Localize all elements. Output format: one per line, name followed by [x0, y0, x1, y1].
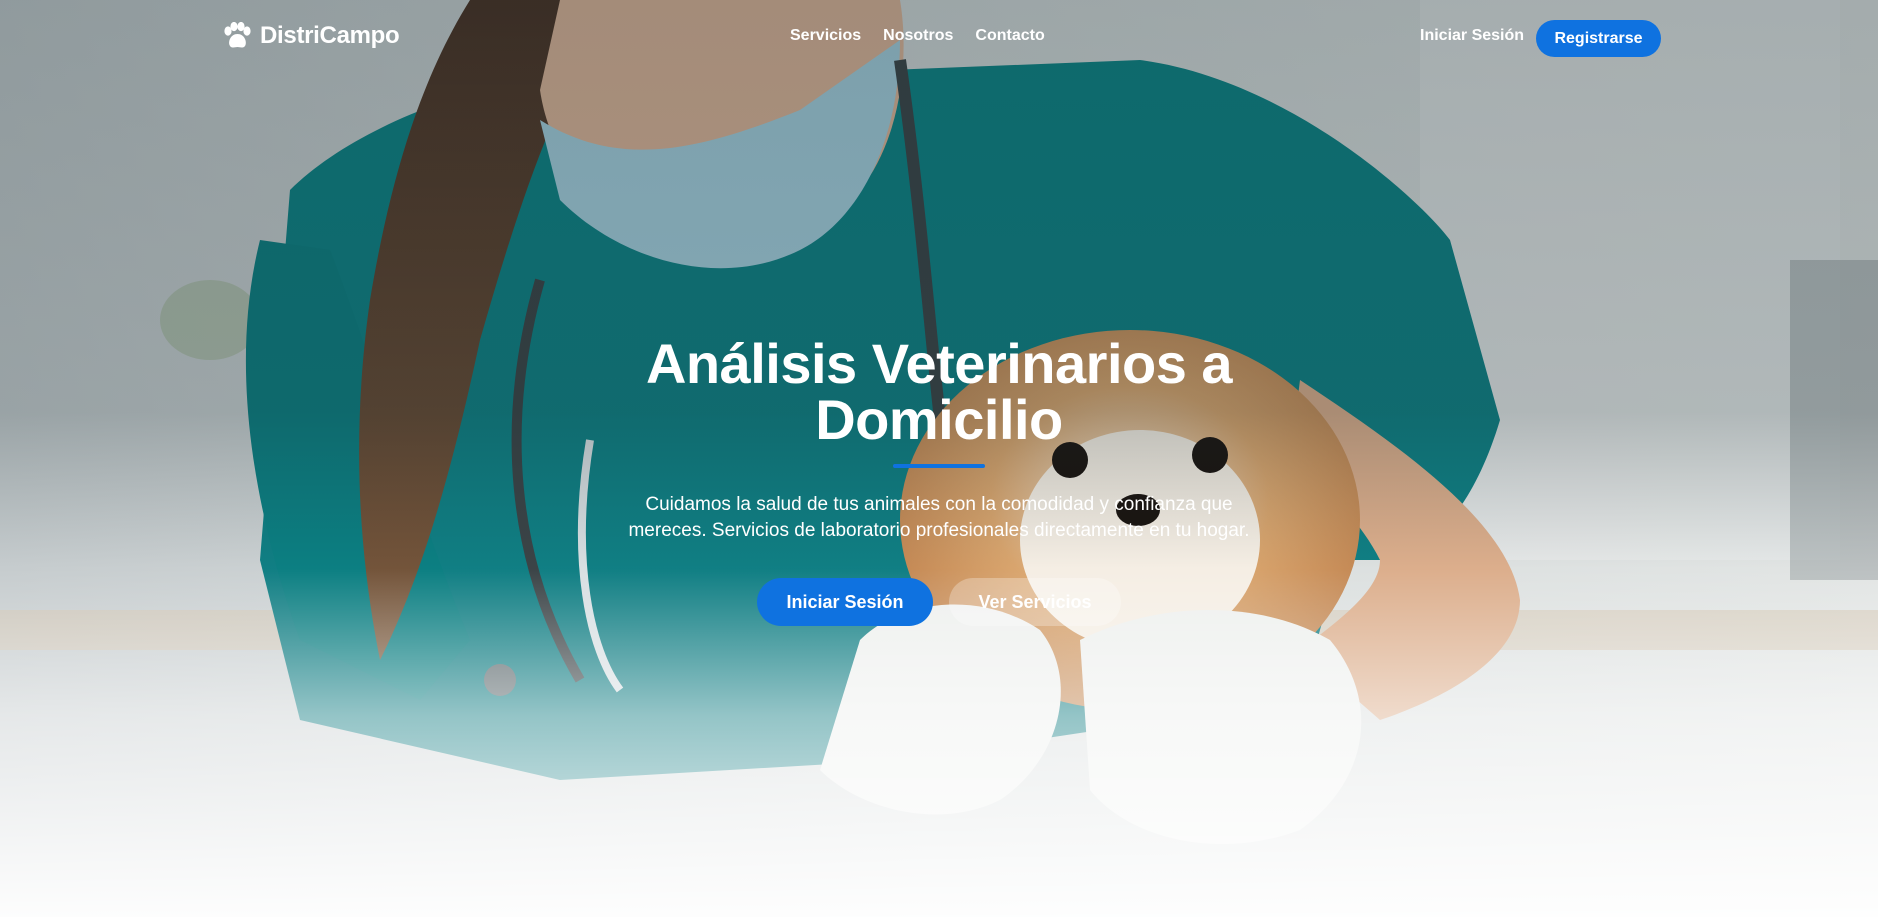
- brand-logo[interactable]: DistriCampo: [222, 22, 400, 50]
- hero-section: DistriCampo Servicios Nosotros Contacto …: [0, 0, 1878, 917]
- nav-link-servicios[interactable]: Servicios: [790, 27, 861, 45]
- cta-row: Iniciar Sesión Ver Servicios: [0, 578, 1878, 626]
- hero-content: Análisis Veterinarios a Domicilio Cuidam…: [0, 336, 1878, 626]
- register-button[interactable]: Registrarse: [1536, 20, 1661, 57]
- hero-title: Análisis Veterinarios a Domicilio: [645, 332, 1233, 451]
- paw-icon: [222, 22, 252, 50]
- brand-name: DistriCampo: [260, 22, 400, 49]
- nav-link-contacto[interactable]: Contacto: [975, 27, 1044, 45]
- nav-link-nosotros[interactable]: Nosotros: [883, 27, 953, 45]
- top-navigation: DistriCampo Servicios Nosotros Contacto …: [0, 0, 1878, 76]
- login-link[interactable]: Iniciar Sesión: [1420, 27, 1524, 45]
- hero-subtitle: Cuidamos la salud de tus animales con la…: [628, 494, 1250, 541]
- nav-links: Servicios Nosotros Contacto: [790, 27, 1045, 45]
- view-services-button[interactable]: Ver Servicios: [949, 578, 1121, 626]
- login-cta-button[interactable]: Iniciar Sesión: [757, 578, 933, 626]
- title-underline: [893, 464, 985, 468]
